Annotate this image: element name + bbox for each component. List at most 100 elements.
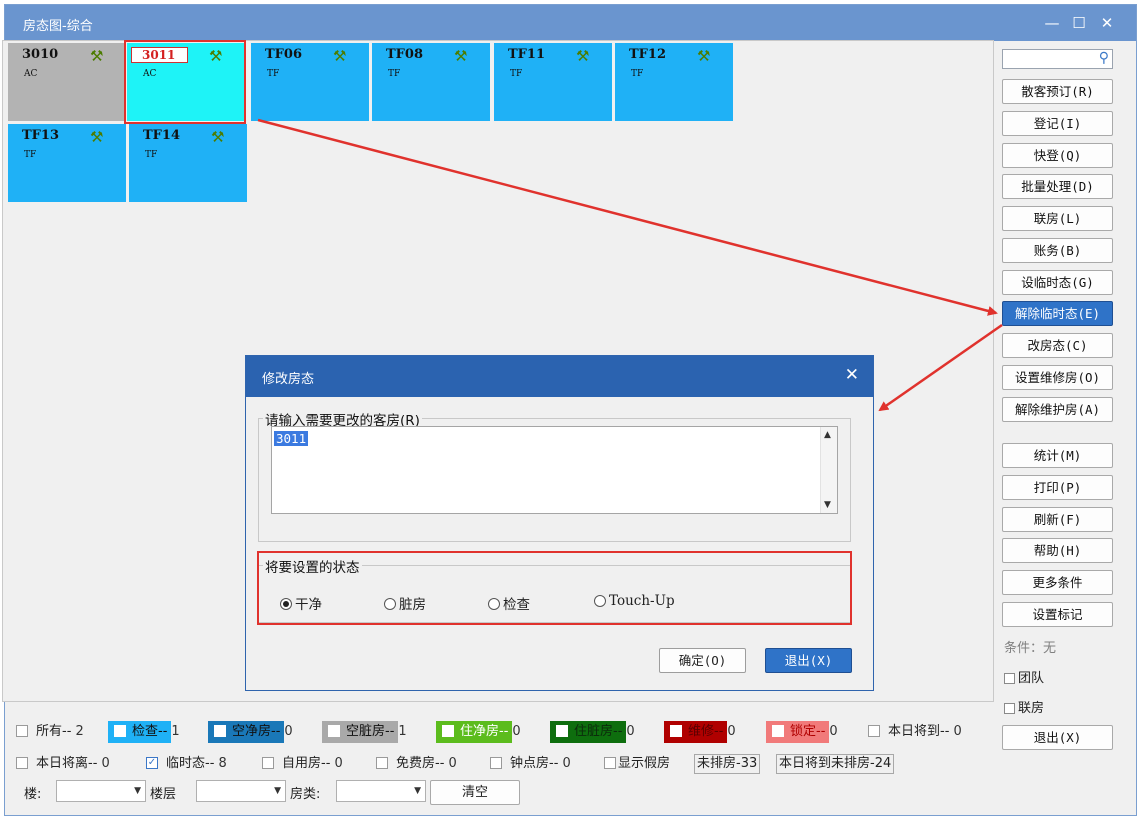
legend-count: 0 <box>101 756 110 771</box>
clear-maintenance-button[interactable]: 解除维护房(A) <box>1002 397 1113 422</box>
textarea-scrollbar[interactable]: ▲ ▼ <box>820 427 837 513</box>
checkbox-icon <box>604 756 616 769</box>
floor-select[interactable]: ▼ <box>196 780 286 802</box>
legend-arriving-today[interactable]: 本日将到-- 0 <box>868 721 962 743</box>
legend-temp-state[interactable]: ✓ 临时态-- 8 <box>146 753 227 775</box>
room-tile[interactable]: 3010 ⚒ AC <box>8 43 127 122</box>
room-input[interactable]: 3011 ▲ ▼ <box>271 426 838 514</box>
walkin-booking-button[interactable]: 散客预订(R) <box>1002 79 1113 104</box>
checked-checkbox-icon: ✓ <box>146 756 158 769</box>
legend-label: 住脏房-- <box>574 724 623 739</box>
selected-room-highlight <box>124 40 246 124</box>
show-fake-room-checkbox[interactable]: 显示假房 <box>604 753 670 775</box>
legend-count: 0 <box>284 724 293 739</box>
legend-label: 免费房-- <box>396 756 445 771</box>
scroll-down-icon[interactable]: ▼ <box>824 500 831 510</box>
maintenance-icon: ⚒ <box>90 47 104 65</box>
checkbox-icon <box>556 724 568 737</box>
team-checkbox[interactable]: 团队 <box>1004 667 1044 686</box>
dialog-close-icon[interactable]: ✕ <box>845 365 859 385</box>
legend-vacant-dirty[interactable]: 空脏房-- 1 <box>322 721 407 743</box>
set-maintenance-button[interactable]: 设置维修房(O) <box>1002 365 1113 390</box>
building-label: 楼: <box>24 787 42 802</box>
unassigned-count: 未排房-33 <box>694 753 761 775</box>
room-tile[interactable]: TF08 ⚒ TF <box>372 43 491 122</box>
ok-button[interactable]: 确定(O) <box>659 648 746 673</box>
quick-checkin-button[interactable]: 快登(Q) <box>1002 143 1113 168</box>
checkin-button[interactable]: 登记(I) <box>1002 111 1113 136</box>
legend-count: 0 <box>562 756 571 771</box>
change-room-state-dialog: 修改房态 ✕ 请输入需要更改的客房(R) 3011 ▲ ▼ 将要设置的状态 干净… <box>245 355 874 691</box>
print-button[interactable]: 打印(P) <box>1002 475 1113 500</box>
building-select[interactable]: ▼ <box>56 780 146 802</box>
legend-locked[interactable]: 锁定-- 0 <box>766 721 838 743</box>
refresh-button[interactable]: 刷新(F) <box>1002 507 1113 532</box>
legend-label: 空脏房-- <box>346 724 395 739</box>
scroll-up-icon[interactable]: ▲ <box>824 430 831 440</box>
show-fake-label: 显示假房 <box>618 756 671 771</box>
legend-label: 所有-- <box>36 724 72 739</box>
change-room-state-button[interactable]: 改房态(C) <box>1002 333 1113 358</box>
link-room-button[interactable]: 联房(L) <box>1002 206 1113 231</box>
checkbox-icon <box>16 724 28 737</box>
room-tile[interactable]: TF14 ⚒ TF <box>129 124 248 203</box>
set-mark-button[interactable]: 设置标记 <box>1002 602 1113 627</box>
help-button[interactable]: 帮助(H) <box>1002 538 1113 563</box>
legend-vacant-clean[interactable]: 空净房-- 0 <box>208 721 293 743</box>
checkbox-icon <box>328 724 340 737</box>
batch-process-button[interactable]: 批量处理(D) <box>1002 174 1113 199</box>
legend-label: 空净房-- <box>232 724 281 739</box>
room-number: TF14 <box>143 128 180 143</box>
dialog-exit-button[interactable]: 退出(X) <box>765 648 852 673</box>
roomtype-select[interactable]: ▼ <box>336 780 426 802</box>
dialog-title: 修改房态 <box>262 372 315 387</box>
clear-temp-state-button[interactable]: 解除临时态(E) <box>1002 301 1113 326</box>
room-tile[interactable]: TF13 ⚒ TF <box>8 124 127 203</box>
title-bar: 房态图-综合 — ☐ ✕ <box>5 5 1136 41</box>
room-tile[interactable]: TF11 ⚒ TF <box>494 43 613 122</box>
legend-count: 0 <box>626 724 635 739</box>
checkbox-icon <box>1004 703 1015 714</box>
room-number: 3010 <box>22 47 59 62</box>
legend-label: 本日将到-- <box>888 724 950 739</box>
search-input[interactable]: ⚲ <box>1002 49 1113 69</box>
exit-button[interactable]: 退出(X) <box>1002 725 1113 750</box>
checkbox-icon <box>490 756 502 769</box>
dropdown-arrow-icon: ▼ <box>274 786 281 796</box>
team-label: 团队 <box>1018 671 1045 686</box>
legend-occupied-dirty[interactable]: 住脏房-- 0 <box>550 721 635 743</box>
close-icon[interactable]: ✕ <box>1096 12 1118 34</box>
maintenance-icon: ⚒ <box>211 128 225 146</box>
legend-self-use[interactable]: 自用房-- 0 <box>262 753 343 775</box>
room-tile[interactable]: TF06 ⚒ TF <box>251 43 370 122</box>
minimize-icon[interactable]: — <box>1041 12 1063 34</box>
legend-count: 0 <box>829 724 838 739</box>
maximize-icon[interactable]: ☐ <box>1068 12 1090 34</box>
legend-all[interactable]: 所有-- 2 <box>16 721 84 743</box>
legend-occupied-clean[interactable]: 住净房-- 0 <box>436 721 521 743</box>
legend-maintenance[interactable]: 维修-- 0 <box>664 721 736 743</box>
room-type: AC <box>24 69 38 79</box>
search-icon[interactable]: ⚲ <box>1099 50 1109 66</box>
room-tile[interactable]: TF12 ⚒ TF <box>615 43 734 122</box>
checkbox-icon <box>772 724 784 737</box>
checkbox-icon <box>376 756 388 769</box>
legend-count: 0 <box>448 756 457 771</box>
room-type: TF <box>267 69 280 79</box>
clear-button[interactable]: 清空 <box>430 780 520 805</box>
maintenance-icon: ⚒ <box>454 47 468 65</box>
dialog-title-bar: 修改房态 ✕ <box>246 356 873 397</box>
legend-inspect[interactable]: 检查-- 1 <box>108 721 180 743</box>
statistics-button[interactable]: 统计(M) <box>1002 443 1113 468</box>
linked-checkbox[interactable]: 联房 <box>1004 697 1044 716</box>
set-temp-state-button[interactable]: 设临时态(G) <box>1002 270 1113 295</box>
more-conditions-button[interactable]: 更多条件 <box>1002 570 1113 595</box>
legend-departing-today[interactable]: 本日将离-- 0 <box>16 753 110 775</box>
legend-free-room[interactable]: 免费房-- 0 <box>376 753 457 775</box>
accounts-button[interactable]: 账务(B) <box>1002 238 1113 263</box>
checkbox-icon <box>442 724 454 737</box>
maintenance-icon: ⚒ <box>697 47 711 65</box>
room-number: TF06 <box>265 47 302 62</box>
legend-hourly-room[interactable]: 钟点房-- 0 <box>490 753 571 775</box>
unassigned-label: 未排房-33 <box>694 754 761 774</box>
